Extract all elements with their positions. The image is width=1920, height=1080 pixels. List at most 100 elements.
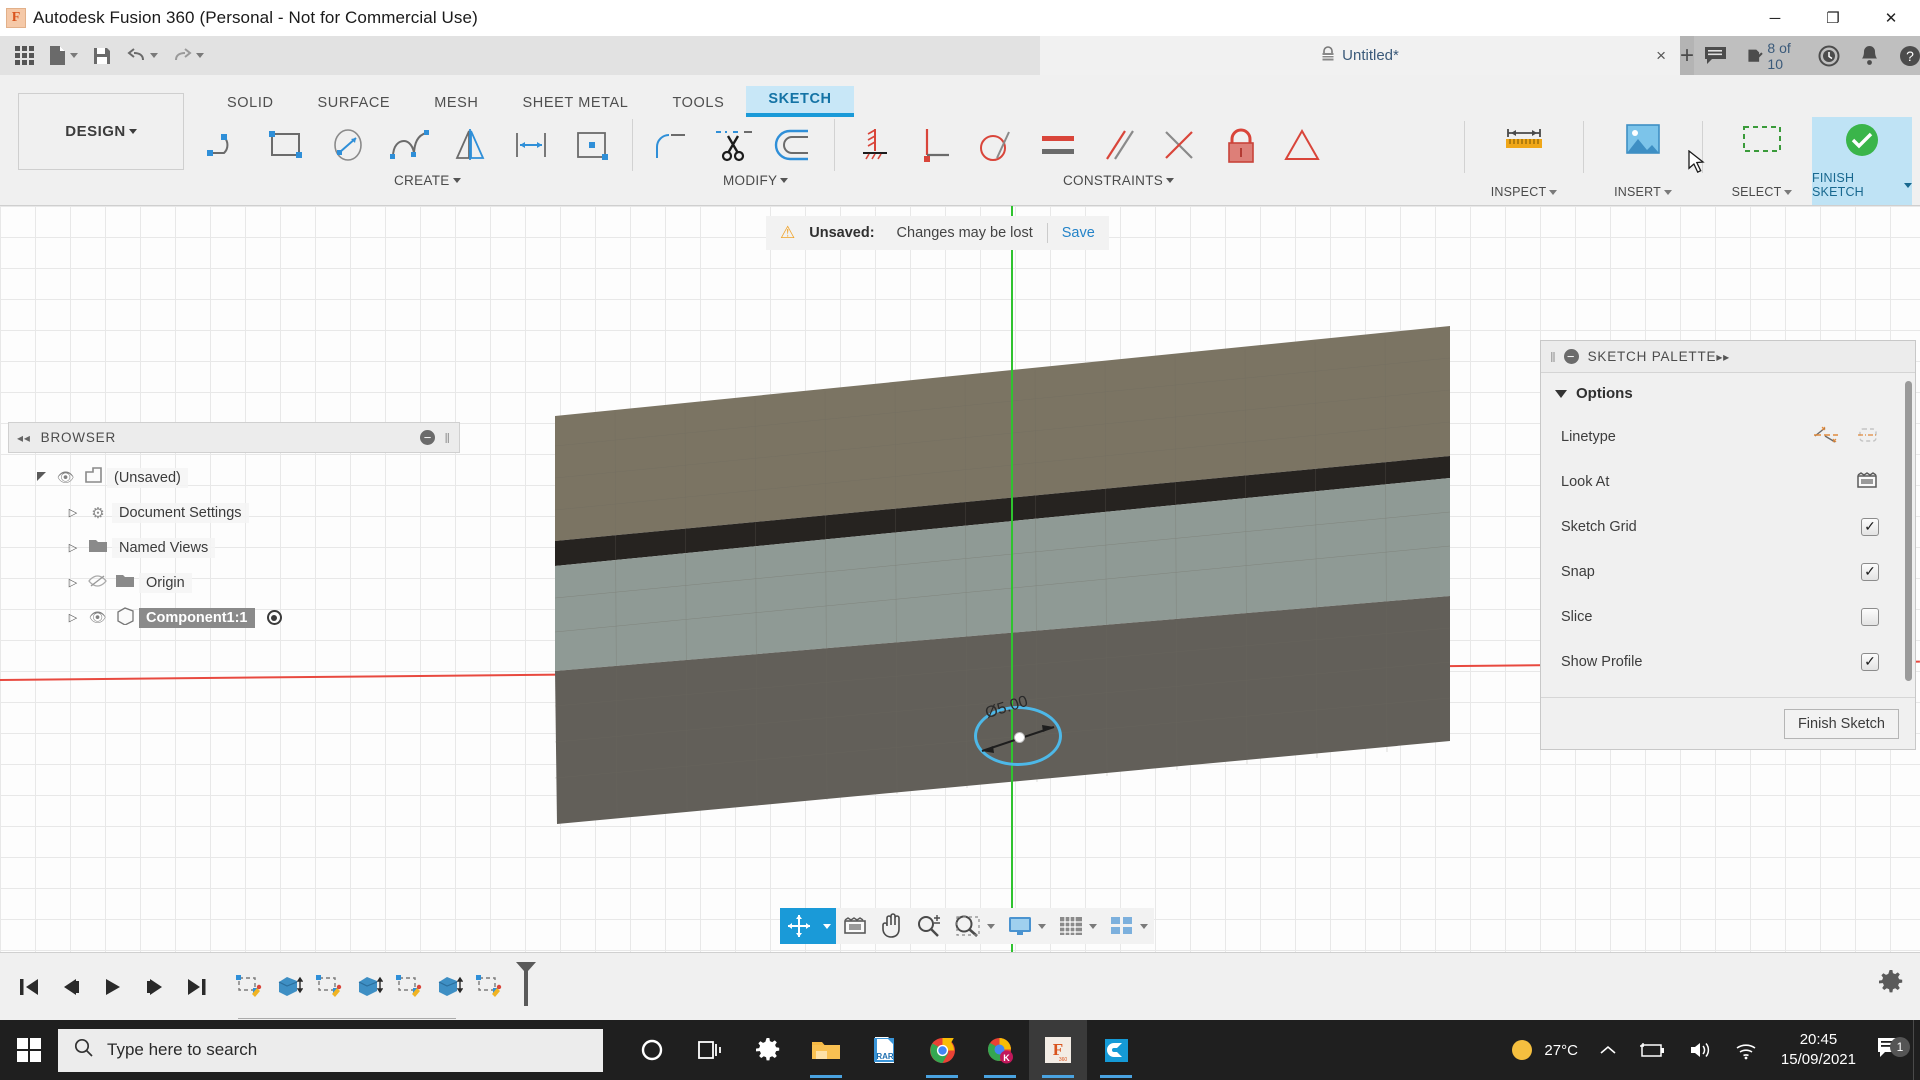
- close-button[interactable]: ✕: [1862, 0, 1920, 36]
- timeline-extrude-feature[interactable]: [352, 970, 386, 1004]
- panel-grip-icon[interactable]: ‖: [444, 430, 451, 446]
- new-file-icon[interactable]: [41, 36, 85, 75]
- minimize-palette-icon[interactable]: −: [1564, 349, 1579, 364]
- expand-triangle-icon[interactable]: ▷: [62, 611, 84, 624]
- palette-scrollbar[interactable]: [1905, 381, 1912, 681]
- tree-node-unsaved[interactable]: 👁 (Unsaved): [8, 460, 460, 495]
- constraint-fix-icon[interactable]: [844, 117, 905, 173]
- close-icon[interactable]: ×: [1656, 46, 1666, 66]
- constraint-tangent-icon[interactable]: [966, 117, 1027, 173]
- orbit-tool-icon[interactable]: [780, 908, 818, 944]
- document-tab[interactable]: Untitled* ×: [1040, 36, 1680, 75]
- play-button[interactable]: [94, 968, 132, 1006]
- volume-icon[interactable]: [1677, 1020, 1723, 1080]
- new-tab-button[interactable]: +: [1680, 36, 1694, 75]
- orbit-dropdown-icon[interactable]: [818, 908, 836, 944]
- constraint-parallel-icon[interactable]: [1088, 117, 1149, 173]
- show-hidden-icons-chevron[interactable]: [1589, 1020, 1627, 1080]
- constraint-symmetry-icon[interactable]: [1271, 117, 1332, 173]
- palette-row-slice[interactable]: Slice: [1541, 594, 1915, 639]
- viewports-tool-icon[interactable]: [1103, 908, 1154, 944]
- tab-tools[interactable]: TOOLS: [650, 90, 746, 117]
- palette-row-lookat[interactable]: Look At: [1541, 459, 1915, 504]
- expand-triangle-icon[interactable]: ▷: [62, 576, 84, 589]
- modify-group-label[interactable]: MODIFY: [723, 173, 788, 188]
- go-to-beginning-button[interactable]: [10, 968, 48, 1006]
- minimize-panel-icon[interactable]: −: [420, 430, 435, 445]
- taskbar-app-file-explorer[interactable]: [797, 1020, 855, 1080]
- action-center-button[interactable]: 1: [1868, 1036, 1916, 1065]
- offset-tool-icon[interactable]: [764, 117, 825, 173]
- taskbar-app-chrome-canary[interactable]: K: [971, 1020, 1029, 1080]
- collapse-left-icon[interactable]: ◂◂: [17, 431, 31, 445]
- taskbar-app-task-view[interactable]: [681, 1020, 739, 1080]
- taskbar-app-cura[interactable]: [1087, 1020, 1145, 1080]
- timeline-extrude-feature[interactable]: [432, 970, 466, 1004]
- fillet-tool-icon[interactable]: [642, 117, 703, 173]
- save-link[interactable]: Save: [1062, 225, 1095, 241]
- show-desktop-button[interactable]: [1913, 1020, 1920, 1080]
- circle-center-point[interactable]: [1014, 732, 1025, 743]
- step-back-button[interactable]: [52, 968, 90, 1006]
- zoom-tool-icon[interactable]: [910, 908, 948, 944]
- maximize-button[interactable]: ❐: [1804, 0, 1862, 36]
- comments-icon[interactable]: [1694, 36, 1737, 75]
- grid-snaps-tool-icon[interactable]: [1052, 908, 1103, 944]
- workspace-switcher-button[interactable]: DESIGN: [18, 93, 184, 170]
- tree-node-component1[interactable]: ▷ 👁 Component1:1: [8, 600, 460, 635]
- timeline-sketch-feature[interactable]: [232, 970, 266, 1004]
- timeline-extrude-feature[interactable]: [272, 970, 306, 1004]
- create-group-label[interactable]: CREATE: [394, 173, 461, 188]
- palette-row-sketch-grid[interactable]: Sketch Grid ✓: [1541, 504, 1915, 549]
- expand-right-icon[interactable]: ▸▸: [1716, 350, 1730, 364]
- finish-sketch-button[interactable]: FINISH SKETCH: [1812, 117, 1912, 205]
- expand-triangle-icon[interactable]: ▷: [62, 541, 84, 554]
- snap-checkbox[interactable]: ✓: [1861, 563, 1879, 581]
- taskbar-app-settings[interactable]: [739, 1020, 797, 1080]
- point-tool-icon[interactable]: [562, 117, 623, 173]
- centerline-icon[interactable]: [1857, 425, 1879, 449]
- rectangle-tool-icon[interactable]: [257, 117, 318, 173]
- trim-tool-icon[interactable]: [703, 117, 764, 173]
- line-tool-icon[interactable]: [196, 117, 257, 173]
- constraint-angle-icon[interactable]: [1149, 117, 1210, 173]
- taskbar-app-cortana[interactable]: [623, 1020, 681, 1080]
- tree-node-named-views[interactable]: ▷ Named Views: [8, 530, 460, 565]
- mirror-tool-icon[interactable]: [440, 117, 501, 173]
- visibility-eye-icon[interactable]: 👁: [52, 469, 79, 486]
- help-icon[interactable]: ?: [1889, 36, 1920, 75]
- clock-widget[interactable]: 20:45 15/09/2021: [1769, 1020, 1868, 1080]
- app-grid-icon[interactable]: [8, 36, 41, 75]
- pan-tool-icon[interactable]: [874, 908, 910, 944]
- timeline-sketch-feature[interactable]: [472, 970, 506, 1004]
- viewport[interactable]: Ø5.00 TOP FRONT Z X ◂◂ BROWSER − ‖: [0, 206, 1920, 952]
- tab-solid[interactable]: SOLID: [205, 90, 296, 117]
- constraint-fix-lock-icon[interactable]: [1210, 117, 1271, 173]
- visibility-hidden-icon[interactable]: [84, 574, 111, 591]
- search-input[interactable]: Type here to search: [58, 1029, 603, 1072]
- timeline-marker[interactable]: [514, 960, 538, 1013]
- timeline-settings-gear-icon[interactable]: [1878, 969, 1904, 1000]
- select-button[interactable]: SELECT: [1712, 117, 1812, 205]
- tab-sketch[interactable]: SKETCH: [746, 86, 853, 117]
- look-at-tool-icon[interactable]: [836, 908, 874, 944]
- circle-tool-icon[interactable]: [318, 117, 379, 173]
- visibility-eye-icon[interactable]: 👁: [84, 609, 111, 626]
- construction-line-icon[interactable]: [1813, 425, 1839, 449]
- notifications-bell-icon[interactable]: [1850, 36, 1889, 75]
- redo-icon[interactable]: [165, 36, 211, 75]
- constraint-equal-icon[interactable]: [1027, 117, 1088, 173]
- recent-activity-icon[interactable]: [1808, 36, 1850, 75]
- timeline-sketch-feature[interactable]: [392, 970, 426, 1004]
- constraints-group-label[interactable]: CONSTRAINTS: [1063, 173, 1174, 188]
- slice-checkbox[interactable]: [1861, 608, 1879, 626]
- palette-row-snap[interactable]: Snap ✓: [1541, 549, 1915, 594]
- tab-mesh[interactable]: MESH: [412, 90, 500, 117]
- minimize-button[interactable]: ─: [1746, 0, 1804, 36]
- taskbar-app-google-chrome[interactable]: [913, 1020, 971, 1080]
- taskbar-app-winrar[interactable]: RAR: [855, 1020, 913, 1080]
- timeline-sketch-feature[interactable]: [312, 970, 346, 1004]
- palette-row-show-points[interactable]: Show Points ✓: [1541, 684, 1915, 697]
- tree-node-document-settings[interactable]: ▷ ⚙ Document Settings: [8, 495, 460, 530]
- go-to-end-button[interactable]: [178, 968, 216, 1006]
